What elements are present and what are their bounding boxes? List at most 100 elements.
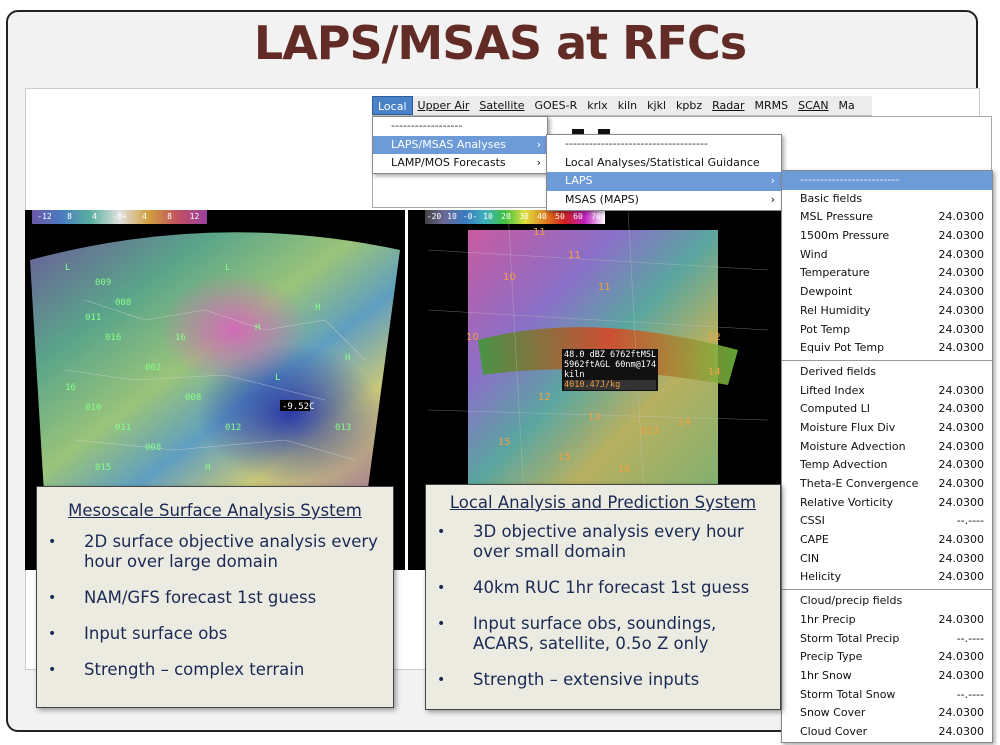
- menu-local[interactable]: Local: [372, 96, 413, 115]
- callout-bullet: 3D objective analysis every hour over sm…: [426, 522, 780, 562]
- menu-item-lifted-index[interactable]: Lifted Index 24.0300: [782, 382, 992, 401]
- analyses-submenu: ------------------------------------ Loc…: [546, 134, 782, 211]
- menu-item-time: 24.0300: [938, 303, 985, 317]
- menu-item-msas-maps[interactable]: MSAS (MAPS) ›: [547, 191, 781, 210]
- callout-bullet: Strength – complex terrain: [37, 660, 393, 680]
- menu-item-label: LAMP/MOS Forecasts: [391, 156, 506, 170]
- menu-item-pot-temp[interactable]: Pot Temp 24.0300: [782, 321, 992, 340]
- msas-colorbar: -12 8 4 -0+ 4 8 12: [32, 210, 207, 224]
- menu-item-temperature[interactable]: Temperature 24.0300: [782, 264, 992, 283]
- menu-item-temp-advection[interactable]: Temp Advection 24.0300: [782, 456, 992, 475]
- probe-line: 4010.47J/kg: [564, 380, 657, 390]
- callout-bullet: 2D surface objective analysis every hour…: [37, 532, 393, 572]
- menu-item-rel-humidity[interactable]: Rel Humidity 24.0300: [782, 302, 992, 321]
- menu-item-cin[interactable]: CIN 24.0300: [782, 550, 992, 569]
- menu-goes-r[interactable]: GOES-R: [529, 96, 582, 115]
- menu-item-time: 24.0300: [938, 439, 985, 453]
- callout-bullets: 2D surface objective analysis every hour…: [37, 532, 393, 680]
- menu-item-precip-type[interactable]: Precip Type 24.0300: [782, 648, 992, 667]
- menu-item-cape[interactable]: CAPE 24.0300: [782, 531, 992, 550]
- menu-item-storm-total-snow[interactable]: Storm Total Snow --.----: [782, 686, 992, 705]
- menu-item-label: 1hr Precip: [800, 612, 856, 626]
- contour-label: 11: [533, 227, 546, 238]
- menu-item-local-analyses[interactable]: Local Analyses/Statistical Guidance: [547, 154, 781, 173]
- callout-bullet: 40km RUC 1hr forecast 1st guess: [426, 578, 780, 598]
- menu-item-time: 24.0300: [938, 533, 985, 547]
- probe-line: 5962ftAGL 60nm@174: [564, 360, 657, 370]
- menu-item-label: Cloud Cover: [800, 724, 868, 738]
- sample-readout: 48.0 dBZ 6762ftMSL 5962ftAGL 60nm@174 ki…: [562, 349, 659, 391]
- menu-item-laps-msas-analyses[interactable]: LAPS/MSAS Analyses ›: [373, 135, 547, 155]
- menu-item-label: Rel Humidity: [800, 303, 871, 317]
- laps-callout: Local Analysis and Prediction System 3D …: [425, 484, 781, 710]
- menu-item-helicity[interactable]: Helicity 24.0300: [782, 568, 992, 587]
- colorbar-tick: 4: [92, 212, 97, 221]
- menu-item-cssi[interactable]: CSSI --.----: [782, 512, 992, 531]
- menu-item-theta-e-convergence[interactable]: Theta-E Convergence 24.0300: [782, 475, 992, 494]
- menu-item-relative-vorticity[interactable]: Relative Vorticity 24.0300: [782, 494, 992, 513]
- menu-item-lamp-mos-forecasts[interactable]: LAMP/MOS Forecasts ›: [373, 154, 547, 173]
- menu-item-1500m-pressure[interactable]: 1500m Pressure 24.0300: [782, 227, 992, 246]
- menu-item-storm-total-precip[interactable]: Storm Total Precip --.----: [782, 630, 992, 649]
- menu-item-time: 24.0300: [938, 458, 985, 472]
- colorbar-tick: 8: [167, 212, 172, 221]
- menu-kpbz[interactable]: kpbz: [671, 96, 707, 115]
- menu-item-computed-li[interactable]: Computed LI 24.0300: [782, 400, 992, 419]
- menu-kiln[interactable]: kiln: [613, 96, 642, 115]
- menu-item-cloud-cover[interactable]: Cloud Cover 24.0300: [782, 723, 992, 742]
- menu-item-1hr-snow[interactable]: 1hr Snow 24.0300: [782, 667, 992, 686]
- contour-label: 14: [678, 417, 691, 428]
- colorbar-tick: 10: [447, 212, 457, 221]
- menu-item-time: 24.0300: [938, 706, 985, 720]
- menu-item-time: --.----: [956, 631, 984, 645]
- menu-krlx[interactable]: krlx: [582, 96, 612, 115]
- callout-bullet: NAM/GFS forecast 1st guess: [37, 588, 393, 608]
- callout-title: Mesoscale Surface Analysis System: [68, 501, 362, 520]
- menu-item-1hr-precip[interactable]: 1hr Precip 24.0300: [782, 611, 992, 630]
- colorbar-tick: 50: [555, 212, 565, 221]
- contour-label: 11: [568, 250, 581, 261]
- contour-label: 10: [466, 332, 479, 343]
- colorbar-tick: 60: [573, 212, 583, 221]
- menu-item-laps[interactable]: LAPS ›: [547, 172, 781, 192]
- menu-item-time: 24.0300: [938, 210, 985, 224]
- menu-item-time: 24.0300: [938, 341, 985, 355]
- menu-upper-air[interactable]: Upper Air: [413, 96, 475, 115]
- svg-text:010: 010: [85, 403, 101, 413]
- menu-item-msl-pressure[interactable]: MSL Pressure 24.0300: [782, 208, 992, 227]
- contour-label: 15: [498, 437, 511, 448]
- menu-item-label: Relative Vorticity: [800, 495, 894, 509]
- menu-item-time: 24.0300: [938, 420, 985, 434]
- contour-label: 10: [503, 272, 516, 283]
- menu-more[interactable]: Ma: [834, 96, 860, 115]
- menu-item-snow-cover[interactable]: Snow Cover 24.0300: [782, 704, 992, 723]
- menu-item-moisture-advection[interactable]: Moisture Advection 24.0300: [782, 438, 992, 457]
- menu-item-time: 24.0300: [938, 266, 985, 280]
- chevron-right-icon: ›: [536, 156, 541, 170]
- menu-item-moisture-flux-div[interactable]: Moisture Flux Div 24.0300: [782, 419, 992, 438]
- probe-line: 48.0 dBZ 6762ftMSL: [564, 350, 657, 360]
- menu-section-header: Cloud/precip fields: [800, 594, 903, 608]
- menu-item-dewpoint[interactable]: Dewpoint 24.0300: [782, 283, 992, 302]
- menu-item-label: Snow Cover: [800, 706, 866, 720]
- menu-item-label: Helicity: [800, 570, 842, 584]
- slide-title: LAPS/MSAS at RFCs: [253, 16, 747, 70]
- menu-item-wind[interactable]: Wind 24.0300: [782, 246, 992, 265]
- menu-radar[interactable]: Radar: [707, 96, 749, 115]
- svg-text:L: L: [65, 263, 70, 273]
- svg-text:009: 009: [95, 278, 111, 288]
- menu-item-label: Moisture Advection: [800, 439, 906, 453]
- colorbar-tick: -0+: [112, 212, 127, 221]
- menu-satellite[interactable]: Satellite: [474, 96, 529, 115]
- colorbar-tick: 40: [537, 212, 547, 221]
- menu-item-label: MSAS (MAPS): [565, 193, 639, 207]
- callout-bullets: 3D objective analysis every hour over sm…: [426, 522, 780, 690]
- msas-readout: -9.52C: [282, 402, 315, 412]
- colorbar-tick: -0-: [462, 212, 478, 221]
- menu-item-label: Moisture Flux Div: [800, 420, 896, 434]
- menu-item-label: MSL Pressure: [800, 210, 874, 224]
- menu-mrms[interactable]: MRMS: [750, 96, 794, 115]
- menu-kjkl[interactable]: kjkl: [642, 96, 671, 115]
- menu-item-equiv-pot-temp[interactable]: Equiv Pot Temp 24.0300: [782, 339, 992, 358]
- menu-scan[interactable]: SCAN: [793, 96, 833, 115]
